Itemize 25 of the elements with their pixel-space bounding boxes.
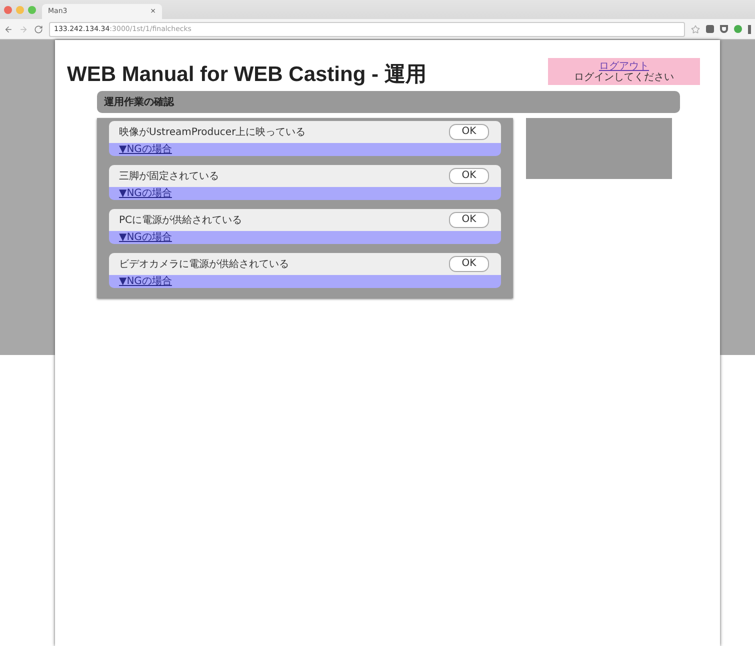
check-label: 映像がUstreamProducer上に映っている — [119, 126, 306, 140]
check-label: 三脚が固定されている — [119, 170, 219, 184]
back-icon[interactable] — [4, 24, 13, 34]
section-header: 運用作業の確認 — [97, 91, 680, 113]
close-window-icon[interactable] — [4, 6, 12, 14]
check-label: PCに電源が供給されている — [119, 214, 242, 228]
ng-link[interactable]: ▼NGの場合 — [119, 232, 172, 242]
reload-icon[interactable] — [34, 24, 43, 34]
status-icon[interactable] — [734, 25, 742, 33]
maximize-window-icon[interactable] — [28, 6, 36, 14]
pocket-icon[interactable] — [720, 25, 728, 33]
ok-button[interactable]: OK — [449, 124, 489, 140]
ok-button[interactable]: OK — [449, 168, 489, 184]
forward-icon[interactable] — [19, 24, 28, 34]
star-icon[interactable] — [691, 24, 700, 34]
ok-button[interactable]: OK — [449, 256, 489, 272]
check-label: ビデオカメラに電源が供給されている — [119, 258, 289, 272]
minimize-window-icon[interactable] — [16, 6, 24, 14]
ng-link[interactable]: ▼NGの場合 — [119, 276, 172, 286]
login-prompt: ログインしてください — [574, 72, 674, 82]
logout-link[interactable]: ログアウト — [599, 60, 649, 72]
page-title: WEB Manual for WEB Casting - 運用 — [67, 62, 426, 88]
ng-link[interactable]: ▼NGの場合 — [119, 144, 172, 154]
ng-link[interactable]: ▼NGの場合 — [119, 188, 172, 198]
ok-button[interactable]: OK — [449, 212, 489, 228]
